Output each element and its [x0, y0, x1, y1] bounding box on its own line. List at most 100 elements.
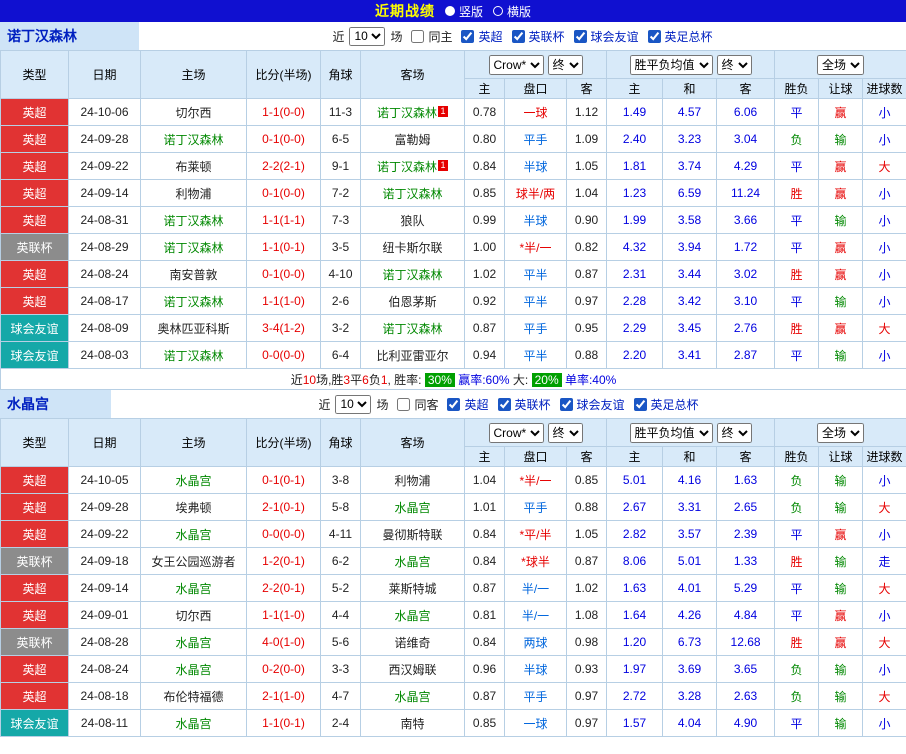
home-team-name[interactable]: 切尔西 [175, 609, 211, 623]
league-checkbox[interactable] [633, 397, 647, 411]
cell-asian-away-odds: 0.82 [565, 233, 608, 261]
home-team-name[interactable]: 埃弗顿 [175, 501, 211, 515]
away-team-name[interactable]: 诺丁汉森林 [377, 160, 437, 174]
team-title[interactable]: 水晶宫 [0, 390, 111, 418]
league-checkbox[interactable] [497, 397, 511, 411]
home-team-name[interactable]: 布莱顿 [175, 160, 211, 174]
cell-corners: 5-8 [320, 493, 361, 521]
home-team-name[interactable]: 水晶宫 [175, 474, 211, 488]
away-team-name[interactable]: 西汉姆联 [388, 663, 436, 677]
away-team-name[interactable]: 水晶宫 [394, 501, 430, 515]
team-title[interactable]: 诺丁汉森林 [0, 22, 139, 50]
cell-eu-away-odds: 3.65 [716, 655, 776, 683]
home-team-name[interactable]: 女王公园巡游者 [151, 555, 235, 569]
cell-away-team: 诺丁汉森林 [360, 314, 465, 342]
league-checkbox[interactable] [559, 397, 573, 411]
away-team-name[interactable]: 狼队 [400, 214, 424, 228]
cell-away-team: 水晶宫 [360, 601, 465, 629]
layout-horizontal-option[interactable]: 横版 [493, 3, 531, 20]
league-checkbox[interactable] [447, 397, 461, 411]
cell-asian-away-odds: 0.98 [565, 628, 608, 656]
cell-competition: 英超 [0, 682, 69, 710]
away-team-name[interactable]: 诺维奇 [394, 636, 430, 650]
cell-home-team: 水晶宫 [140, 628, 247, 656]
cell-eu-home-odds: 5.01 [606, 466, 664, 494]
home-team-name[interactable]: 诺丁汉森林 [163, 133, 223, 147]
cell-date: 24-09-28 [68, 125, 141, 153]
home-team-name[interactable]: 水晶宫 [175, 528, 211, 542]
home-team-name[interactable]: 水晶宫 [175, 717, 211, 731]
odds-source-select[interactable]: Crow* [488, 422, 544, 443]
col-home: 主场 [140, 50, 247, 99]
home-team-name[interactable]: 布伦特福德 [163, 690, 223, 704]
odds-final-select[interactable]: 终 [547, 422, 583, 443]
home-team-name[interactable]: 诺丁汉森林 [163, 214, 223, 228]
away-team-name[interactable]: 诺丁汉森林 [377, 106, 437, 120]
cell-eu-home-odds: 2.72 [606, 682, 664, 710]
scope-select[interactable]: 全场 [817, 422, 865, 443]
scope-select[interactable]: 全场 [817, 54, 865, 75]
away-team-name[interactable]: 水晶宫 [394, 690, 430, 704]
games-label: 场 [376, 397, 389, 412]
europe-final-select[interactable]: 终 [716, 54, 752, 75]
cell-date: 24-08-18 [68, 682, 141, 710]
league-checkbox[interactable] [573, 29, 587, 43]
europe-mean-select[interactable]: 胜平负均值 [629, 422, 713, 443]
europe-final-select[interactable]: 终 [716, 422, 752, 443]
away-team-name[interactable]: 水晶宫 [394, 609, 430, 623]
cell-result: 负 [774, 125, 820, 153]
home-team-name[interactable]: 诺丁汉森林 [163, 295, 223, 309]
away-team-name[interactable]: 诺丁汉森林 [382, 187, 442, 201]
away-team-name[interactable]: 富勒姆 [394, 133, 430, 147]
league-label: 英超 [464, 397, 489, 412]
away-team-name[interactable]: 利物浦 [394, 474, 430, 488]
away-team-name[interactable]: 曼彻斯特联 [382, 528, 442, 542]
away-team-name[interactable]: 水晶宫 [394, 555, 430, 569]
match-row: 英超 24-09-28 诺丁汉森林 0-1(0-0) 6-5 富勒姆 0.80 平手 1.09 2… [0, 125, 906, 153]
same-venue-checkbox[interactable] [411, 29, 425, 43]
league-checkbox[interactable] [511, 29, 525, 43]
home-team-name[interactable]: 利物浦 [175, 187, 211, 201]
home-team-name[interactable]: 水晶宫 [175, 636, 211, 650]
europe-mean-select[interactable]: 胜平负均值 [629, 54, 713, 75]
col-goals: 进球数 [862, 446, 906, 467]
league-checkbox[interactable] [647, 29, 661, 43]
cell-eu-home-odds: 1.63 [606, 574, 664, 602]
away-team-name[interactable]: 诺丁汉森林 [382, 322, 442, 336]
cell-score: 2-1(1-0) [246, 682, 321, 710]
league-checkbox[interactable] [461, 29, 475, 43]
cell-eu-away-odds: 3.04 [716, 125, 776, 153]
cell-cover-result: 赢 [818, 520, 864, 548]
odds-final-select[interactable]: 终 [547, 54, 583, 75]
away-team-name[interactable]: 纽卡斯尔联 [382, 241, 442, 255]
section-header-bar: 水晶宫 近 10 场 同客 英超 英联杯 球会友谊 英足总杯 [0, 390, 906, 418]
home-team-name[interactable]: 南安普敦 [169, 268, 217, 282]
col-date: 日期 [68, 418, 141, 467]
col-handicap: 盘口 [504, 78, 567, 99]
away-team-name[interactable]: 南特 [400, 717, 424, 731]
away-team-name[interactable]: 莱斯特城 [388, 582, 436, 596]
home-team-name[interactable]: 奥林匹亚科斯 [157, 322, 229, 336]
col-eu-home: 主 [606, 446, 664, 467]
away-team-name[interactable]: 比利亚雷亚尔 [376, 349, 448, 363]
layout-vertical-option[interactable]: 竖版 [444, 3, 483, 20]
home-team-name[interactable]: 诺丁汉森林 [163, 241, 223, 255]
cell-handicap: *半/一 [504, 233, 567, 261]
cell-eu-home-odds: 2.82 [606, 520, 664, 548]
cell-goals-result: 大 [862, 682, 906, 710]
cell-asian-away-odds: 0.97 [565, 709, 608, 737]
same-venue-checkbox[interactable] [397, 397, 411, 411]
cell-corners: 7-3 [320, 206, 361, 234]
home-team-name[interactable]: 切尔西 [175, 106, 211, 120]
recent-count-select[interactable]: 10 [349, 26, 386, 46]
cell-competition: 英超 [0, 655, 69, 683]
home-team-name[interactable]: 诺丁汉森林 [163, 349, 223, 363]
home-team-name[interactable]: 水晶宫 [175, 663, 211, 677]
cell-home-team: 埃弗顿 [140, 493, 247, 521]
home-team-name[interactable]: 水晶宫 [175, 582, 211, 596]
odds-source-select[interactable]: Crow* [488, 54, 544, 75]
away-team-name[interactable]: 诺丁汉森林 [382, 268, 442, 282]
away-team-name[interactable]: 伯恩茅斯 [388, 295, 436, 309]
recent-count-select[interactable]: 10 [335, 394, 372, 414]
cell-eu-home-odds: 2.31 [606, 260, 664, 288]
